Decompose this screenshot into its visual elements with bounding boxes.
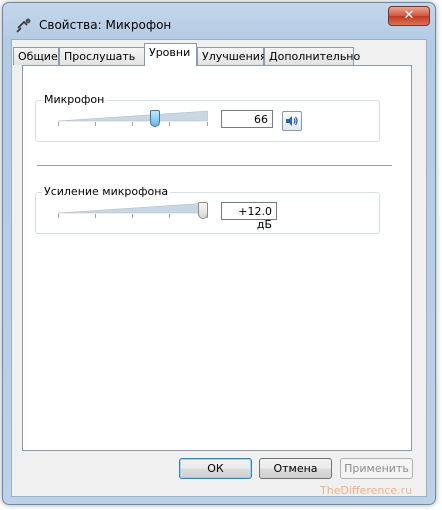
boost-slider-thumb[interactable]	[198, 202, 208, 219]
levels-panel: Микрофон 66 Усиление микрофона +12.0 дБ	[22, 65, 412, 451]
slider-ticks	[58, 214, 208, 218]
apply-button[interactable]: Применить	[340, 458, 413, 479]
section-divider	[37, 165, 392, 166]
tab-advanced[interactable]: Дополнительно	[264, 47, 360, 65]
mute-button[interactable]	[282, 111, 302, 131]
slider-ticks	[58, 122, 208, 126]
tab-enhancements[interactable]: Улучшения	[197, 47, 267, 65]
boost-group: Усиление микрофона +12.0 дБ	[35, 185, 380, 234]
microphone-group: Микрофон 66	[35, 93, 380, 142]
tab-levels[interactable]: Уровни	[144, 43, 197, 66]
close-icon: ✕	[403, 8, 415, 23]
slider-track	[57, 202, 209, 214]
cancel-button[interactable]: Отмена	[259, 458, 332, 479]
close-button[interactable]: ✕	[388, 6, 430, 26]
microphone-slider[interactable]	[57, 109, 209, 129]
boost-slider[interactable]	[57, 201, 209, 221]
microphone-slider-thumb[interactable]	[150, 110, 160, 127]
boost-label: Усиление микрофона	[42, 185, 171, 198]
title-bar[interactable]: Свойства: Микрофон ✕	[3, 3, 435, 39]
tab-general[interactable]: Общие	[13, 47, 59, 65]
slider-track	[57, 110, 209, 122]
microphone-icon	[16, 18, 31, 33]
microphone-level-field[interactable]: 66	[221, 110, 273, 128]
watermark: TheDifference.ru	[320, 484, 413, 497]
boost-level-field[interactable]: +12.0 дБ	[221, 202, 277, 231]
window-title: Свойства: Микрофон	[39, 18, 172, 32]
microphone-label: Микрофон	[42, 93, 107, 106]
ok-button[interactable]: ОК	[179, 458, 252, 479]
tab-listen[interactable]: Прослушать	[59, 47, 145, 65]
speaker-icon	[286, 116, 298, 126]
